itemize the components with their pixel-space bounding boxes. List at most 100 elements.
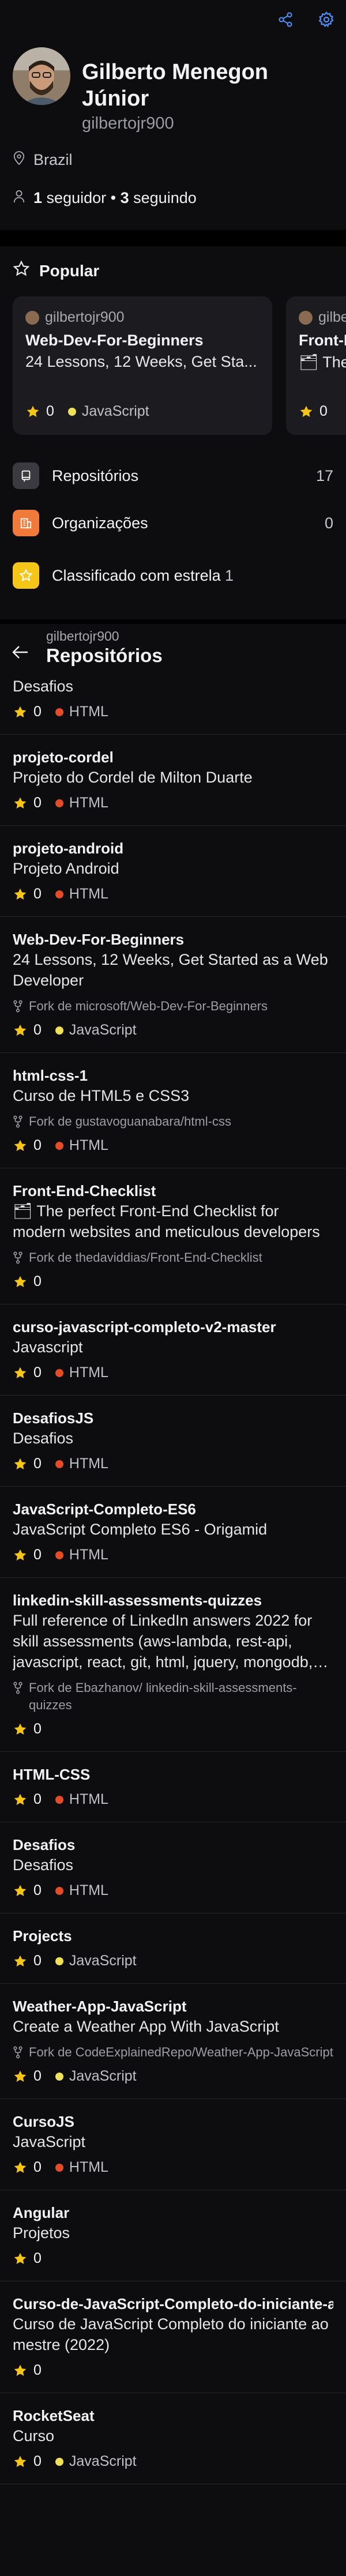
repositories-header: gilbertojr900 Repositórios <box>0 624 346 676</box>
star-icon <box>14 1276 27 1287</box>
repo-language: JavaScript <box>69 2068 137 2084</box>
repo-language: JavaScript <box>69 2453 137 2469</box>
menu-item-organizations[interactable]: Organizações 0 <box>0 499 346 547</box>
repo-description: Full reference of LinkedIn answers 2022 … <box>13 1612 313 1671</box>
repositories-title: Repositórios <box>46 645 163 666</box>
repo-language: HTML <box>69 1791 108 1807</box>
repo-name: Web-Dev-For-Beginners <box>13 931 185 948</box>
repo-stats: 0 HTML <box>13 1137 333 1154</box>
repository-row[interactable]: Front-End-Checklist 🗂 The perfect Front-E… <box>0 1168 346 1304</box>
repo-name: Desafios <box>13 1836 76 1853</box>
repo-language: HTML <box>69 886 108 902</box>
repository-row[interactable]: Weather-App-JavaScript Create a Weather A… <box>0 1984 346 2099</box>
repo-language: JavaScript <box>69 1022 137 1038</box>
repository-row[interactable]: JavaScript-Completo-ES6 JavaScript Comple… <box>0 1487 346 1578</box>
repository-list: Desafios 0 HTML projeto-cordel Projeto do Co… <box>0 676 346 2484</box>
repo-name: JavaScript-Completo-ES6 <box>13 1501 196 1518</box>
repository-row[interactable]: CursoJS JavaScript 0 HTML <box>0 2099 346 2190</box>
star-count: 0 <box>33 1456 42 1472</box>
following-label: seguindo <box>133 189 197 206</box>
repo-stats: 0 JavaScript <box>13 2068 333 2085</box>
star-icon <box>14 1024 27 1036</box>
repo-description: Projeto do Cordel de Milton Duarte <box>13 769 253 786</box>
card-repo-name: Web-Dev-For-Beginners <box>25 332 204 349</box>
repository-row[interactable]: linkedin-skill-assessments-quizzes Full r… <box>0 1578 346 1752</box>
repository-row[interactable]: Web-Dev-For-Beginners 24 Lessons, 12 Week… <box>0 917 346 1053</box>
popular-cards: gilbertojr900 Web-Dev-For-Beginners 24 L… <box>13 296 346 435</box>
location-text: Brazil <box>33 151 73 168</box>
star-icon <box>14 1955 27 1966</box>
repository-row[interactable]: Projects 0 JavaScript <box>0 1913 346 1984</box>
star-count: 0 <box>33 1791 42 1807</box>
owner-avatar <box>25 310 39 325</box>
popular-card[interactable]: gilbertojr900 Front-End-Checklist 🗂 The … <box>286 296 346 435</box>
language-dot <box>55 1460 63 1468</box>
back-arrow-icon[interactable] <box>12 645 29 663</box>
repository-row[interactable]: projeto-android Projeto Android 0 HTML <box>0 826 346 917</box>
repository-row[interactable]: HTML-CSS 0 HTML <box>0 1752 346 1822</box>
repository-row[interactable]: Angular Projetos 0 <box>0 2190 346 2281</box>
star-count: 0 <box>33 704 42 720</box>
language-dot <box>55 2457 63 2466</box>
repo-description: Projetos <box>13 2224 70 2242</box>
fork-icon <box>13 1251 22 1264</box>
star-count: 0 <box>33 2362 42 2378</box>
star-count: 0 <box>33 1547 42 1563</box>
star-count: 0 <box>33 1953 42 1969</box>
repository-row[interactable]: curso-javascript-completo-v2-master Javas… <box>0 1304 346 1396</box>
avatar[interactable] <box>13 47 70 105</box>
repository-row[interactable]: Curso-de-JavaScript-Completo-do-iniciant… <box>0 2281 346 2393</box>
repo-description: Curso de HTML5 e CSS3 <box>13 1087 190 1104</box>
language-dot <box>55 1551 63 1559</box>
repo-name: Angular <box>13 2204 70 2221</box>
star-count: 0 <box>33 2250 42 2266</box>
fork-info: Fork de microsoft/Web-Dev-For-Beginners <box>13 998 333 1015</box>
repository-row[interactable]: Desafios 0 HTML <box>0 676 346 735</box>
repo-description: Desafios <box>13 1856 74 1874</box>
share-icon[interactable] <box>274 8 297 31</box>
fork-info: Fork de Ebazhanov/ linkedin-skill-assess… <box>13 1679 333 1714</box>
fork-info: Fork de gustavoguanabara/html-css <box>13 1113 333 1130</box>
profile-menu: Repositórios 17 Organizações 0 Classific… <box>0 452 346 604</box>
repositories-owner: gilbertojr900 <box>46 629 119 644</box>
menu-item-repositories[interactable]: Repositórios 17 <box>0 452 346 499</box>
profile-name: Gilberto Menegon Júnior <box>82 60 268 111</box>
repository-row[interactable]: RocketSeat Curso 0 JavaScript <box>0 2393 346 2484</box>
star-count: 0 <box>33 1137 42 1153</box>
menu-item-starred[interactable]: Classificado com estrela 1 <box>0 547 346 604</box>
profile-section: Gilberto Menegon Júnior gilbertojr900 Br… <box>0 43 346 207</box>
repo-description: Desafios <box>13 1430 74 1447</box>
language-dot <box>55 1026 63 1035</box>
divider <box>0 619 346 624</box>
repo-stats: 0 HTML <box>13 1364 333 1381</box>
fork-icon <box>13 1115 22 1128</box>
language-dot <box>55 2163 63 2172</box>
repo-name: Front-End-Checklist <box>13 1182 156 1199</box>
repo-language: JavaScript <box>69 1953 137 1969</box>
star-count: 0 <box>33 795 42 811</box>
star-icon <box>13 562 39 589</box>
follow-row[interactable]: 1 seguidor • 3 seguindo <box>13 189 333 207</box>
gear-icon[interactable] <box>315 8 338 31</box>
repository-row[interactable]: DesafiosJS Desafios 0 HTML <box>0 1396 346 1487</box>
fork-icon <box>13 1682 22 1694</box>
popular-card[interactable]: gilbertojr900 Web-Dev-For-Beginners 24 L… <box>13 296 272 435</box>
popular-section: Popular gilbertojr900 Web-Dev-For-Beginn… <box>0 246 346 435</box>
star-count: 0 <box>33 1721 42 1737</box>
repository-row[interactable]: Desafios Desafios 0 HTML <box>0 1822 346 1913</box>
owner-avatar <box>299 310 313 325</box>
star-count: 0 <box>33 1273 42 1289</box>
star-icon <box>14 2364 27 2376</box>
fork-icon <box>13 1000 22 1013</box>
repo-stats: 0 <box>13 2362 333 2379</box>
repo-stats: 0 <box>13 2250 333 2267</box>
repo-name: DesafiosJS <box>13 1409 94 1427</box>
star-icon <box>14 1367 27 1378</box>
repository-row[interactable]: html-css-1 Curso de HTML5 e CSS3 Fork de g… <box>0 1053 346 1168</box>
star-icon <box>14 2161 27 2173</box>
repo-description: 24 Lessons, 12 Weeks, Get Started as a W… <box>13 951 328 989</box>
card-stats: 0 <box>299 403 328 420</box>
repo-language: HTML <box>69 795 108 811</box>
star-count: 0 <box>33 886 42 902</box>
repository-row[interactable]: projeto-cordel Projeto do Cordel de Milto… <box>0 735 346 826</box>
